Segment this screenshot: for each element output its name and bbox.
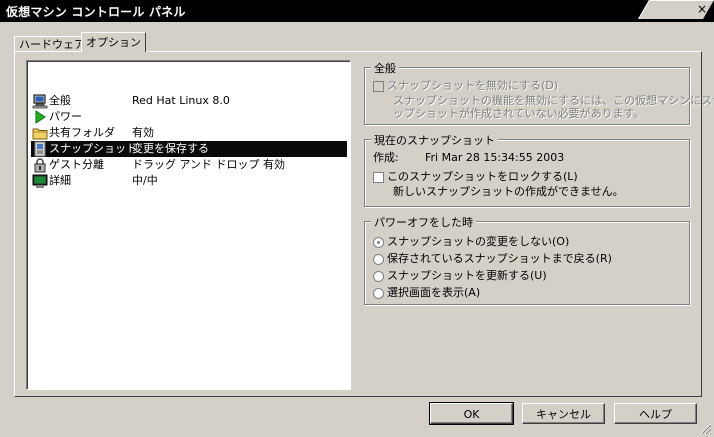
- list-item-value: Red Hat Linux 8.0: [132, 94, 230, 107]
- radio-button: [373, 236, 384, 248]
- options-list[interactable]: 全般 Red Hat Linux 8.0 パワー 共有フォルダ 有効 スナップシ…: [26, 60, 351, 390]
- general-group: 全般 スナップショットを無効にする(D) スナップショットの機能を無効にするには…: [364, 60, 714, 125]
- radio-label: 選択画面を表示(A): [387, 286, 481, 299]
- list-item-label: ゲスト分離: [49, 158, 104, 171]
- checkbox-box: [373, 171, 384, 183]
- radio-button: [373, 253, 384, 265]
- power-off-title: パワーオフをした時: [371, 214, 476, 230]
- created-label: 作成:: [373, 151, 399, 164]
- radio-label: スナップショットを更新する(U): [387, 269, 547, 282]
- list-item-value: 有効: [132, 126, 154, 139]
- list-item-value: 中/中: [132, 174, 158, 187]
- radio-update-snapshot[interactable]: スナップショットを更新する(U): [373, 268, 547, 283]
- options-tab-panel: 全般 Red Hat Linux 8.0 パワー 共有フォルダ 有効 スナップシ…: [14, 51, 714, 397]
- ok-button[interactable]: OK: [429, 402, 514, 425]
- list-item-label: 詳細: [49, 174, 71, 187]
- radio-button: [373, 270, 384, 282]
- resize-grip-icon[interactable]: [700, 423, 712, 435]
- list-item-shared-folders[interactable]: 共有フォルダ 有効: [31, 125, 347, 141]
- list-item-snapshot[interactable]: スナップショット 変更を保存する: [31, 141, 347, 157]
- list-item-label: パワー: [49, 110, 82, 123]
- checkbox-box: [373, 80, 384, 92]
- general-group-title: 全般: [371, 60, 399, 76]
- lock-snapshot-checkbox[interactable]: このスナップショットをロックする(L): [373, 169, 578, 184]
- current-snapshot-title: 現在のスナップショット: [371, 132, 498, 148]
- list-item-value: 変更を保存する: [132, 142, 209, 155]
- created-value: Fri Mar 28 15:34:55 2003: [425, 151, 565, 164]
- disable-desc-line-2: ップショットが作成されていない必要があります。: [393, 107, 645, 120]
- help-button[interactable]: ヘルプ: [614, 403, 697, 424]
- list-item-label: 共有フォルダ: [49, 126, 115, 139]
- list-item-value: ドラッグ アンド ドロップ 有効: [132, 158, 286, 171]
- tab-hardware[interactable]: ハードウェア: [14, 36, 90, 52]
- lock-desc: 新しいスナップショットの作成ができません。: [393, 185, 624, 198]
- cancel-button[interactable]: キャンセル: [522, 403, 605, 424]
- radio-label: 保存されているスナップショットまで戻る(R): [387, 252, 612, 265]
- list-item-advanced[interactable]: 詳細 中/中: [31, 173, 347, 189]
- window-title: 仮想マシン コントロール パネル: [6, 5, 186, 19]
- list-item-label: 全般: [49, 94, 71, 107]
- computer-icon: [32, 94, 48, 109]
- checkbox-label: このスナップショットをロックする(L): [387, 170, 578, 183]
- disable-snapshot-checkbox[interactable]: スナップショットを無効にする(D): [373, 78, 558, 93]
- power-off-group: パワーオフをした時 スナップショットの変更をしない(O) 保存されているスナップ…: [364, 214, 690, 305]
- power-play-icon: [35, 110, 46, 124]
- list-item-power[interactable]: パワー: [31, 109, 347, 125]
- lock-icon: [34, 158, 46, 173]
- snapshot-icon: [34, 141, 46, 157]
- folder-icon: [32, 128, 48, 140]
- radio-revert-snapshot[interactable]: 保存されているスナップショットまで戻る(R): [373, 251, 612, 266]
- list-item-label: スナップショット: [49, 142, 137, 155]
- close-icon[interactable]: ×: [696, 3, 708, 15]
- radio-button: [373, 287, 384, 299]
- radio-label: スナップショットの変更をしない(O): [387, 235, 570, 248]
- tab-options[interactable]: オプション: [81, 32, 146, 52]
- checkbox-label: スナップショットを無効にする(D): [387, 79, 559, 92]
- radio-keep-snapshot[interactable]: スナップショットの変更をしない(O): [373, 234, 569, 249]
- list-item-general[interactable]: 全般 Red Hat Linux 8.0: [31, 93, 347, 109]
- radio-ask-me[interactable]: 選択画面を表示(A): [373, 285, 480, 300]
- title-bar: 仮想マシン コントロール パネル: [0, 0, 714, 22]
- current-snapshot-group: 現在のスナップショット 作成: Fri Mar 28 15:34:55 2003…: [364, 132, 690, 207]
- monitor-icon: [32, 174, 48, 188]
- list-item-guest-isolation[interactable]: ゲスト分離 ドラッグ アンド ドロップ 有効: [31, 157, 347, 173]
